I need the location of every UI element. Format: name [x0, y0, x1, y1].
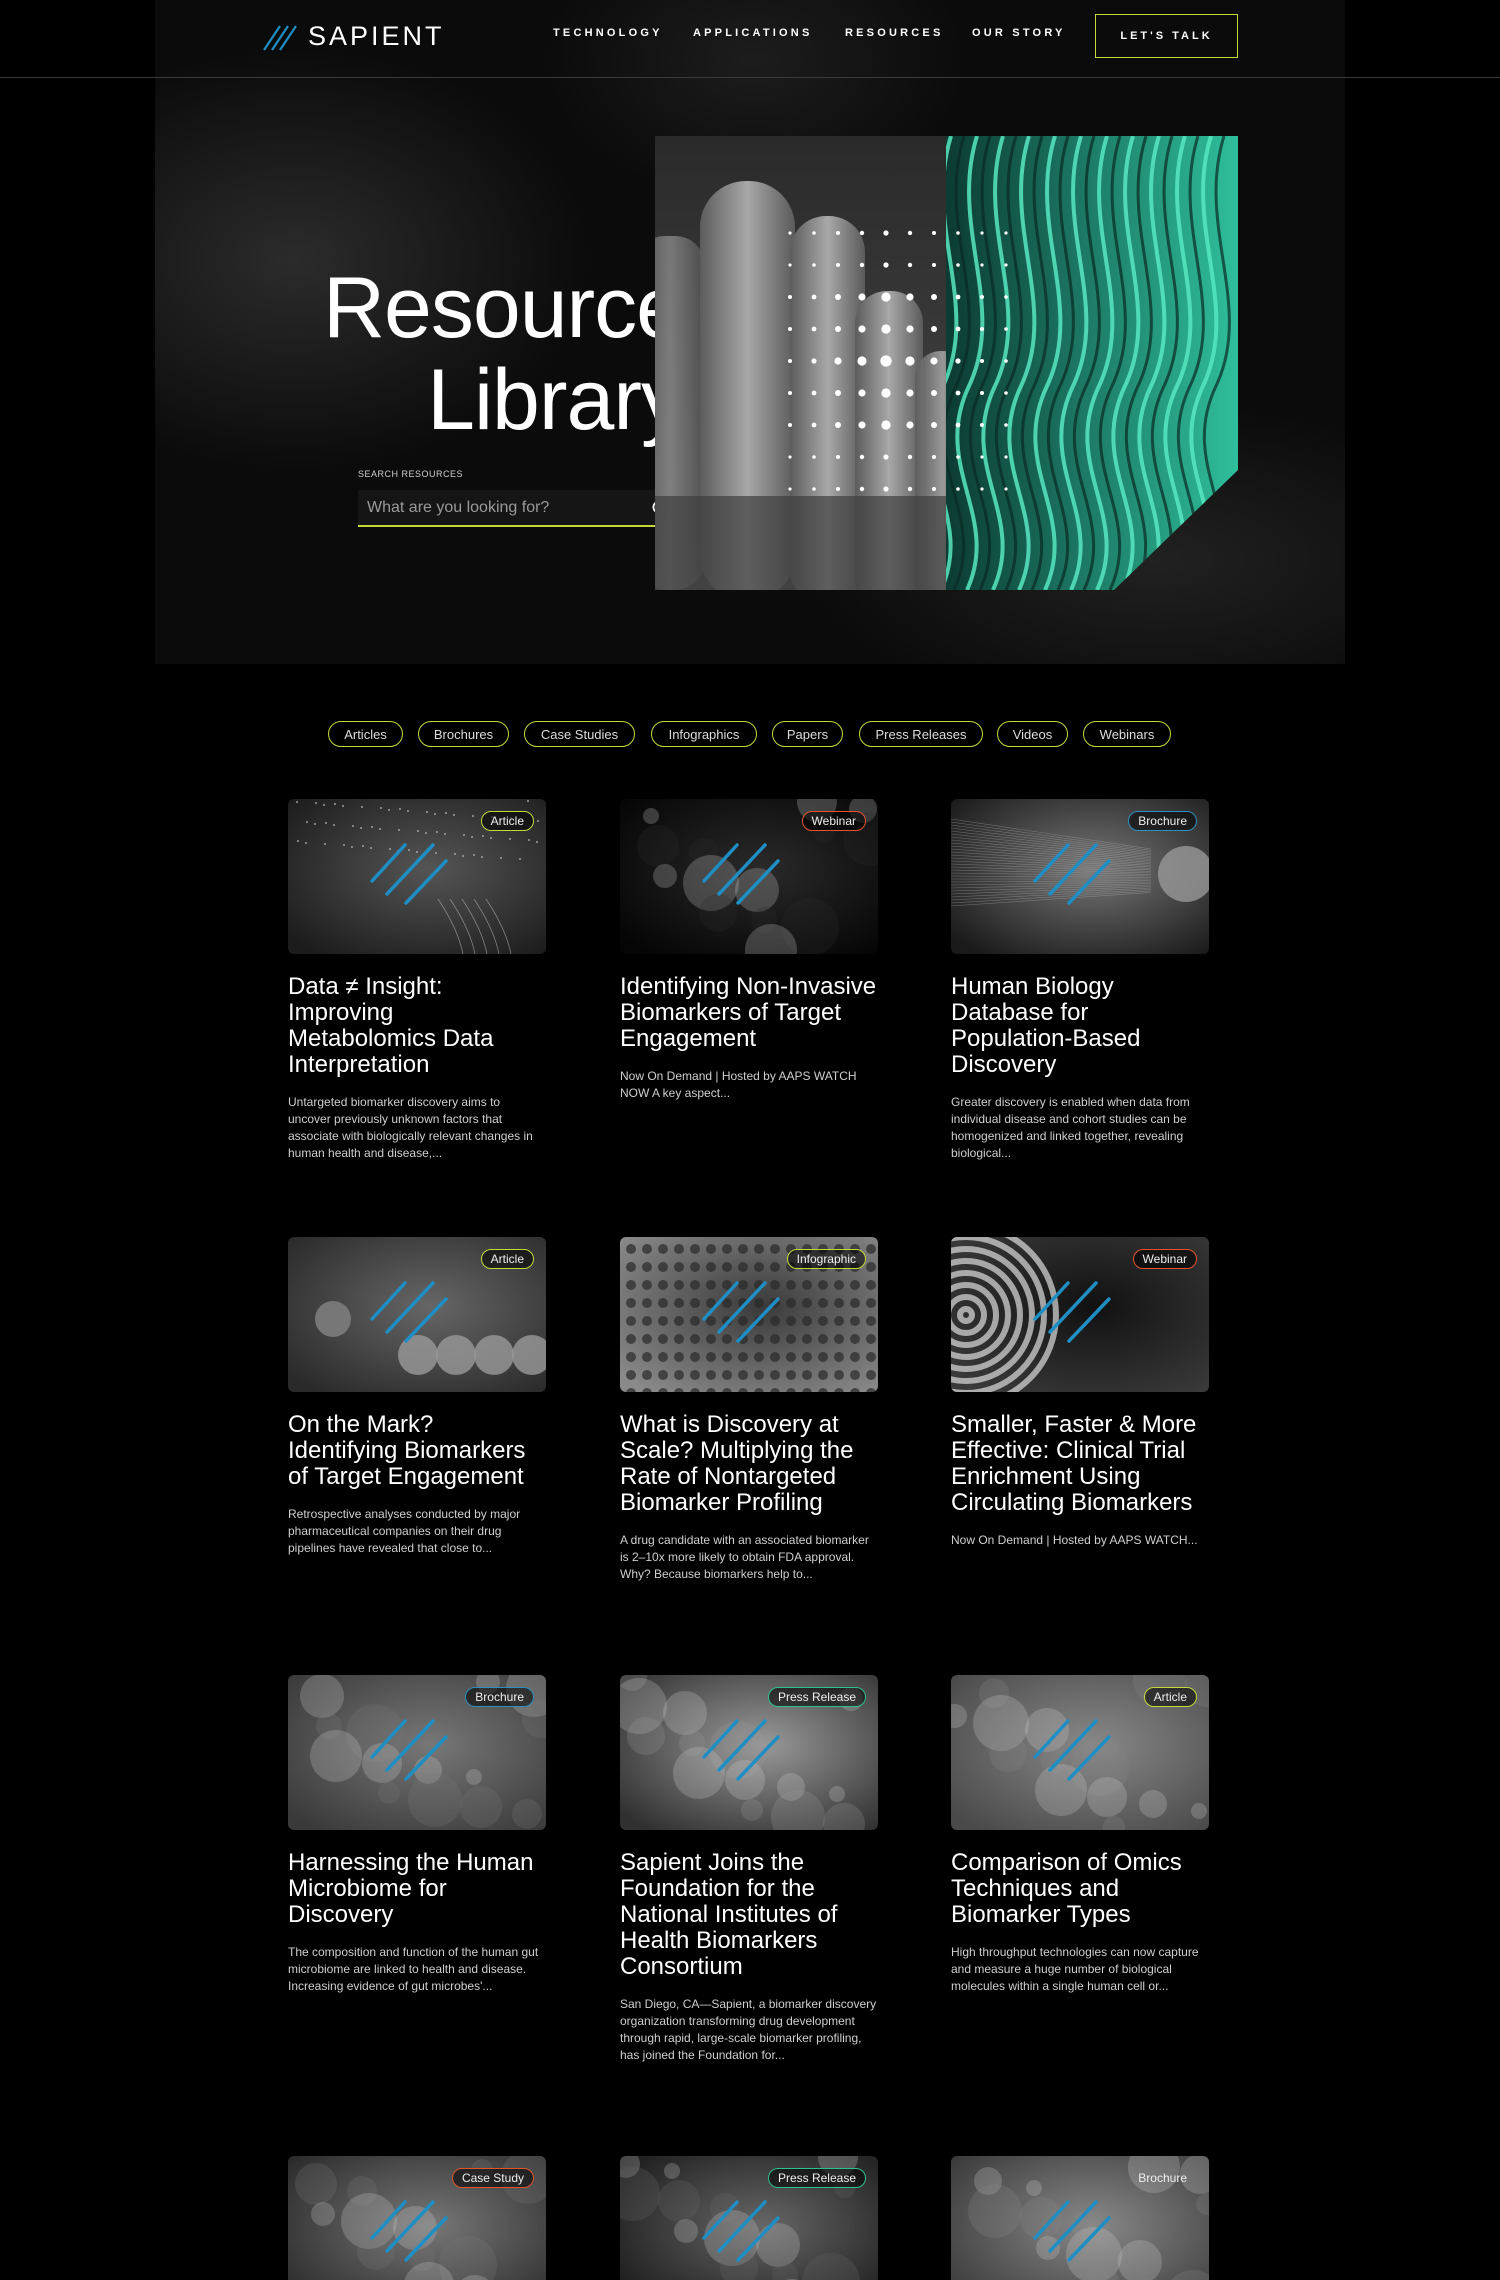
card-thumbnail[interactable]: Article — [288, 799, 546, 954]
card-thumbnail[interactable]: Article — [288, 1237, 546, 1392]
resource-card[interactable]: Brochure — [951, 2156, 1209, 2280]
page-title: Resource Library — [322, 260, 684, 448]
content-type-badge: Infographic — [786, 1249, 866, 1269]
site-header: SAPIENT TECHNOLOGY APPLICATIONS RESOURCE… — [0, 0, 1500, 78]
content-type-badge: Article — [1143, 1687, 1197, 1707]
content-type-badge: Webinar — [801, 811, 866, 831]
card-title[interactable]: On the Mark? Identifying Biomarkers of T… — [288, 1412, 546, 1490]
card-thumbnail[interactable]: Press Release — [620, 1675, 878, 1830]
search-box — [358, 490, 684, 527]
card-description: Untargeted biomarker discovery aims to u… — [288, 1095, 533, 1160]
card-title[interactable]: Data ≠ Insight: Improving Metabolomics D… — [288, 974, 546, 1078]
hero-image — [655, 136, 1238, 590]
card-title[interactable]: Identifying Non-Invasive Biomarkers of T… — [620, 974, 878, 1052]
card-thumbnail[interactable]: Press Release — [620, 2156, 878, 2280]
card-thumbnail[interactable]: Webinar — [951, 1237, 1209, 1392]
resource-card[interactable]: Webinar Smaller, Faster & More Effective:… — [951, 1237, 1209, 1549]
card-description: San Diego, CA—Sapient, a biomarker disco… — [620, 1997, 877, 2062]
filter-papers[interactable]: Papers — [772, 721, 843, 747]
card-title[interactable]: Smaller, Faster & More Effective: Clinic… — [951, 1412, 1209, 1516]
card-description: Now On Demand | Hosted by AAPS WATCH NOW… — [620, 1069, 857, 1100]
logo-stripes-icon — [263, 25, 297, 51]
card-title[interactable]: Harnessing the Human Microbiome for Disc… — [288, 1850, 546, 1928]
content-type-badge: Brochure — [1128, 811, 1197, 831]
filter-case-studies[interactable]: Case Studies — [524, 721, 635, 747]
content-type-badge: Article — [480, 811, 534, 831]
card-description: Retrospective analyses conducted by majo… — [288, 1507, 521, 1555]
nav-applications[interactable]: APPLICATIONS — [693, 27, 812, 39]
card-thumbnail[interactable]: Infographic — [620, 1237, 878, 1392]
card-description: The composition and function of the huma… — [288, 1945, 539, 1993]
card-thumbnail[interactable]: Brochure — [951, 799, 1209, 954]
filter-bar: Articles Brochures Case Studies Infograp… — [0, 721, 1500, 747]
content-type-badge: Brochure — [465, 1687, 534, 1707]
card-title[interactable]: Human Biology Database for Population-Ba… — [951, 974, 1209, 1078]
resource-card[interactable]: Infographic What is Discovery at Scale? M… — [620, 1237, 878, 1583]
content-type-badge: Webinar — [1132, 1249, 1197, 1269]
filter-press-releases[interactable]: Press Releases — [859, 721, 983, 747]
page-title-line1: Resource — [322, 260, 684, 356]
resource-card[interactable]: Press Release — [620, 2156, 878, 2280]
content-type-badge: Case Study — [451, 2168, 534, 2188]
card-description: Greater discovery is enabled when data f… — [951, 1095, 1190, 1160]
card-thumbnail[interactable]: Brochure — [951, 2156, 1209, 2280]
card-thumbnail[interactable]: Webinar — [620, 799, 878, 954]
nav-our-story[interactable]: OUR STORY — [972, 27, 1066, 39]
card-description: Now On Demand | Hosted by AAPS WATCH... — [951, 1533, 1198, 1547]
content-type-badge: Press Release — [767, 1687, 866, 1707]
nav-technology[interactable]: TECHNOLOGY — [553, 27, 663, 39]
content-type-badge: Article — [480, 1249, 534, 1269]
card-description: High throughput technologies can now cap… — [951, 1945, 1199, 1993]
card-thumbnail[interactable]: Brochure — [288, 1675, 546, 1830]
nav-resources[interactable]: RESOURCES — [845, 27, 943, 39]
resource-card[interactable]: Webinar Identifying Non-Invasive Biomarke… — [620, 799, 878, 1102]
filter-videos[interactable]: Videos — [997, 721, 1068, 747]
card-title[interactable]: Sapient Joins the Foundation for the Nat… — [620, 1850, 878, 1980]
page-title-line2: Library — [427, 352, 684, 448]
filter-articles[interactable]: Articles — [328, 721, 403, 747]
filter-brochures[interactable]: Brochures — [418, 721, 509, 747]
card-description: A drug candidate with an associated biom… — [620, 1533, 869, 1581]
resource-card[interactable]: Brochure Human Biology Database for Popul… — [951, 799, 1209, 1162]
resource-card[interactable]: Article Data ≠ Insight: Improving Metabol… — [288, 799, 546, 1162]
resource-card[interactable]: Article Comparison of Omics Techniques an… — [951, 1675, 1209, 1995]
search-input[interactable] — [367, 498, 637, 517]
card-title[interactable]: What is Discovery at Scale? Multiplying … — [620, 1412, 878, 1516]
content-type-badge: Press Release — [767, 2168, 866, 2188]
search-label: SEARCH RESOURCES — [358, 469, 464, 479]
filter-webinars[interactable]: Webinars — [1083, 721, 1171, 747]
resource-card[interactable]: Article On the Mark? Identifying Biomarke… — [288, 1237, 546, 1557]
card-title[interactable]: Comparison of Omics Techniques and Bioma… — [951, 1850, 1209, 1928]
brand-name: SAPIENT — [308, 20, 445, 51]
card-thumbnail[interactable]: Case Study — [288, 2156, 546, 2280]
brand-logo[interactable]: SAPIENT — [258, 18, 445, 54]
content-type-badge: Brochure — [1138, 2171, 1187, 2185]
lets-talk-button[interactable]: LET'S TALK — [1095, 14, 1238, 58]
resource-card[interactable]: Brochure Harnessing the Human Microbiome … — [288, 1675, 546, 1995]
card-thumbnail[interactable]: Article — [951, 1675, 1209, 1830]
resource-card[interactable]: Press Release Sapient Joins the Foundatio… — [620, 1675, 878, 2064]
filter-infographics[interactable]: Infographics — [651, 721, 757, 747]
resource-card[interactable]: Case Study — [288, 2156, 546, 2280]
